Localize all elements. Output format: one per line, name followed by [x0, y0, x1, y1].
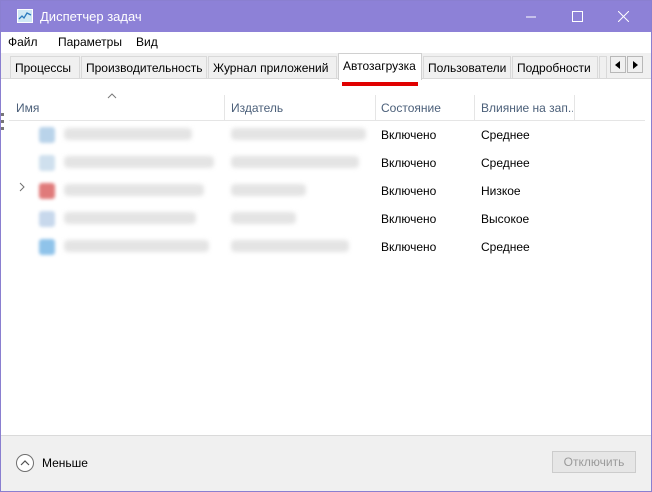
status-cell: Включено	[381, 156, 437, 170]
chevron-right-icon[interactable]	[19, 182, 25, 192]
minimize-button[interactable]	[508, 1, 554, 32]
column-separator[interactable]	[474, 95, 475, 121]
table-row[interactable]: Включено Среднее	[9, 120, 645, 148]
disable-button[interactable]: Отключить	[552, 451, 636, 473]
table-row[interactable]: Включено Среднее	[9, 148, 645, 176]
publisher-redacted	[231, 128, 366, 140]
menu-bar: Файл Параметры Вид	[1, 32, 651, 53]
impact-cell: Высокое	[481, 212, 530, 226]
publisher-redacted	[231, 240, 349, 252]
chevron-right-icon	[633, 60, 638, 69]
tab-app-history[interactable]: Журнал приложений	[208, 56, 337, 78]
chevron-left-icon	[615, 60, 620, 69]
footer: Меньше Отключить	[1, 435, 651, 491]
maximize-icon	[571, 11, 583, 22]
table-row[interactable]: Включено Высокое	[9, 204, 645, 232]
status-cell: Включено	[381, 240, 437, 254]
impact-cell: Среднее	[481, 156, 530, 170]
app-icon-blurred	[39, 211, 55, 227]
close-icon	[617, 11, 629, 22]
window-title: Диспетчер задач	[40, 9, 142, 24]
title-bar: Диспетчер задач	[1, 1, 651, 32]
tabs-scroll-right-button[interactable]	[627, 56, 643, 73]
sort-ascending-icon	[107, 93, 117, 99]
publisher-redacted	[231, 156, 359, 168]
left-edge-marks	[1, 113, 5, 143]
column-name[interactable]: Имя	[16, 101, 216, 115]
tab-strip: Процессы Производительность Журнал прило…	[1, 53, 651, 80]
table-row[interactable]: Включено Среднее	[9, 232, 645, 260]
column-separator[interactable]	[574, 95, 575, 121]
column-separator[interactable]	[224, 95, 225, 121]
tabs-scroll-left-button[interactable]	[610, 56, 626, 73]
column-impact[interactable]: Влияние на зап...	[481, 101, 573, 115]
tab-startup[interactable]: Автозагрузка	[338, 53, 422, 80]
table-row[interactable]: Включено Низкое	[9, 176, 645, 204]
status-cell: Включено	[381, 212, 437, 226]
app-name-redacted	[64, 128, 192, 140]
column-status[interactable]: Состояние	[381, 101, 471, 115]
app-name-redacted	[64, 156, 214, 168]
startup-list: Имя Издатель Состояние Влияние на зап...…	[9, 87, 645, 433]
close-button[interactable]	[600, 1, 646, 32]
app-name-redacted	[64, 184, 204, 196]
status-cell: Включено	[381, 184, 437, 198]
app-icon-blurred	[39, 127, 55, 143]
status-cell: Включено	[381, 128, 437, 142]
list-header: Имя Издатель Состояние Влияние на зап...	[9, 87, 645, 121]
tab-performance[interactable]: Производительность	[81, 56, 207, 78]
tab-details[interactable]: Подробности	[512, 56, 598, 78]
fewer-details-button[interactable]: Меньше	[16, 453, 88, 473]
app-icon-blurred	[39, 239, 55, 255]
impact-cell: Низкое	[481, 184, 521, 198]
minimize-icon	[525, 16, 536, 18]
impact-cell: Среднее	[481, 128, 530, 142]
publisher-redacted	[231, 184, 306, 196]
column-publisher[interactable]: Издатель	[231, 101, 371, 115]
task-manager-window: Диспетчер задач Файл Параметры Вид Проце…	[0, 0, 652, 492]
menu-file[interactable]: Файл	[8, 35, 38, 49]
menu-parameters[interactable]: Параметры	[58, 35, 122, 49]
chevron-up-circle-icon	[16, 454, 34, 472]
app-icon-blurred	[39, 183, 55, 199]
fewer-details-label: Меньше	[42, 456, 88, 470]
impact-cell: Среднее	[481, 240, 530, 254]
publisher-redacted	[231, 212, 296, 224]
maximize-button[interactable]	[554, 1, 600, 32]
menu-view[interactable]: Вид	[136, 35, 158, 49]
column-separator[interactable]	[375, 95, 376, 121]
tab-users[interactable]: Пользователи	[423, 56, 511, 78]
tab-processes[interactable]: Процессы	[10, 56, 80, 78]
task-manager-app-icon	[17, 9, 33, 23]
app-name-redacted	[64, 212, 196, 224]
tab-services-partial[interactable]	[599, 56, 607, 78]
app-icon-blurred	[39, 155, 55, 171]
active-tab-indicator	[342, 82, 418, 86]
app-name-redacted	[64, 240, 209, 252]
